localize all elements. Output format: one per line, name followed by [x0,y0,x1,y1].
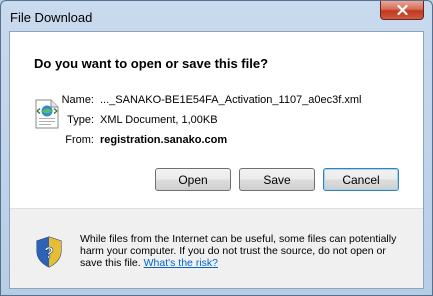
name-value: ..._SANAKO-BE1E54FA_Activation_1107_a0ec… [100,94,362,106]
title-bar[interactable]: File Download [1,1,432,31]
cancel-button[interactable]: Cancel [323,168,399,191]
type-label: Type: [67,114,94,126]
file-download-window: File Download Do you want to open or sav… [0,0,433,296]
type-value: XML Document, 1,00KB [100,114,218,126]
window-title: File Download [10,10,93,25]
separator [10,208,423,209]
close-button[interactable] [380,1,424,20]
dialog-content: Do you want to open or save this file? N… [9,31,424,289]
dialog-heading: Do you want to open or save this file? [34,56,269,71]
warning-text: While files from the Internet can be use… [80,233,410,269]
file-info-panel: Do you want to open or save this file? N… [10,32,423,208]
svg-text:?: ? [44,245,54,262]
save-button[interactable]: Save [239,168,315,191]
close-icon [396,5,408,15]
whats-the-risk-link[interactable]: What's the risk? [144,257,218,269]
name-label: Name: [61,94,94,106]
from-label: From: [65,134,94,146]
shield-icon: ? [36,236,62,268]
warning-message: While files from the Internet can be use… [80,233,397,269]
from-value: registration.sanako.com [100,134,228,146]
open-button[interactable]: Open [155,168,231,191]
